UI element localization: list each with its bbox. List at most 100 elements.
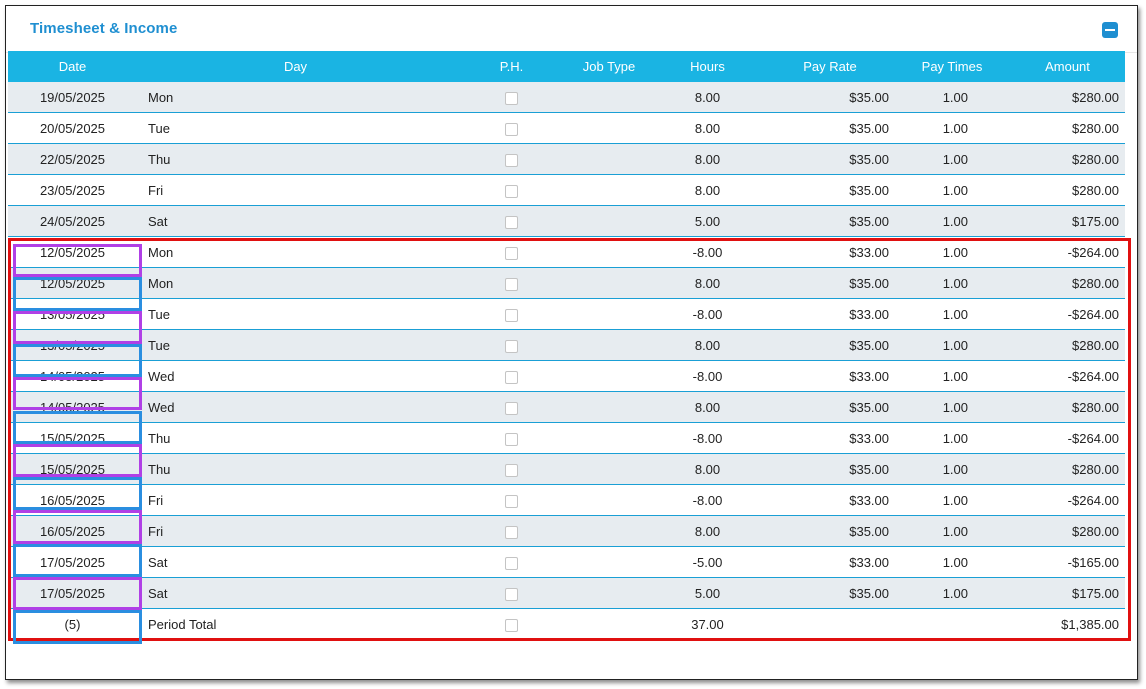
col-header-amount[interactable]: Amount: [1010, 51, 1125, 82]
col-header-hours[interactable]: Hours: [649, 51, 766, 82]
row-hours: 8.00: [649, 143, 766, 175]
row-ph: [454, 329, 569, 361]
period-total-row: (5) Period Total 37.00 $1,385.00: [8, 608, 1125, 639]
table-row[interactable]: 12/05/2025 Mon -8.00 $33.00 1.00 -$264.00: [8, 236, 1125, 268]
minus-square-icon[interactable]: [1102, 22, 1118, 38]
row-job-type: [569, 267, 649, 299]
row-hours: 5.00: [649, 205, 766, 237]
ph-checkbox[interactable]: [505, 246, 518, 260]
table-row[interactable]: 12/05/2025 Mon 8.00 $35.00 1.00 $280.00: [8, 267, 1125, 299]
row-pay-times: 1.00: [894, 143, 1010, 175]
ph-checkbox[interactable]: [505, 91, 518, 105]
row-date: 16/05/2025: [8, 515, 137, 547]
row-date: 22/05/2025: [8, 143, 137, 175]
row-ph: [454, 143, 569, 175]
row-pay-rate: $35.00: [766, 112, 894, 144]
ph-checkbox[interactable]: [505, 184, 518, 198]
col-header-pay-times[interactable]: Pay Times: [894, 51, 1010, 82]
col-header-ph[interactable]: P.H.: [454, 51, 569, 82]
footer-hours: 37.00: [649, 608, 766, 639]
row-date: 13/05/2025: [8, 298, 137, 330]
ph-checkbox[interactable]: [505, 556, 518, 570]
row-job-type: [569, 298, 649, 330]
row-amount: -$264.00: [1010, 484, 1125, 516]
row-hours: 8.00: [649, 391, 766, 423]
row-day: Sat: [137, 577, 454, 609]
table-row[interactable]: 15/05/2025 Thu 8.00 $35.00 1.00 $280.00: [8, 453, 1125, 485]
col-header-job-type[interactable]: Job Type: [569, 51, 649, 82]
ph-checkbox[interactable]: [505, 215, 518, 229]
row-ph: [454, 298, 569, 330]
row-amount: -$165.00: [1010, 546, 1125, 578]
ph-checkbox[interactable]: [505, 339, 518, 353]
row-ph: [454, 546, 569, 578]
row-hours: -8.00: [649, 298, 766, 330]
ph-checkbox[interactable]: [505, 370, 518, 384]
ph-checkbox[interactable]: [505, 308, 518, 322]
row-hours: 8.00: [649, 453, 766, 485]
row-day: Thu: [137, 422, 454, 454]
table-row[interactable]: 14/05/2025 Wed -8.00 $33.00 1.00 -$264.00: [8, 360, 1125, 392]
table-row[interactable]: 16/05/2025 Fri -8.00 $33.00 1.00 -$264.00: [8, 484, 1125, 516]
row-hours: 8.00: [649, 515, 766, 547]
table-row[interactable]: 17/05/2025 Sat 5.00 $35.00 1.00 $175.00: [8, 577, 1125, 609]
table-row[interactable]: 20/05/2025 Tue 8.00 $35.00 1.00 $280.00: [8, 112, 1125, 144]
row-day: Sat: [137, 205, 454, 237]
row-ph: [454, 82, 569, 113]
row-date: 13/05/2025: [8, 329, 137, 361]
ph-checkbox[interactable]: [505, 401, 518, 415]
row-amount: $280.00: [1010, 112, 1125, 144]
ph-checkbox[interactable]: [505, 618, 518, 632]
row-date: 20/05/2025: [8, 112, 137, 144]
ph-checkbox[interactable]: [505, 122, 518, 136]
row-pay-times: 1.00: [894, 174, 1010, 206]
row-job-type: [569, 329, 649, 361]
ph-checkbox[interactable]: [505, 587, 518, 601]
table-row[interactable]: 15/05/2025 Thu -8.00 $33.00 1.00 -$264.00: [8, 422, 1125, 454]
row-ph: [454, 236, 569, 268]
row-job-type: [569, 453, 649, 485]
table-row[interactable]: 19/05/2025 Mon 8.00 $35.00 1.00 $280.00: [8, 82, 1125, 113]
row-pay-rate: $35.00: [766, 267, 894, 299]
row-amount: $175.00: [1010, 205, 1125, 237]
table-row[interactable]: 24/05/2025 Sat 5.00 $35.00 1.00 $175.00: [8, 205, 1125, 237]
col-header-day[interactable]: Day: [137, 51, 454, 82]
ph-checkbox[interactable]: [505, 153, 518, 167]
row-pay-rate: $35.00: [766, 329, 894, 361]
ph-checkbox[interactable]: [505, 525, 518, 539]
row-pay-rate: $35.00: [766, 143, 894, 175]
row-amount: $280.00: [1010, 329, 1125, 361]
row-pay-times: 1.00: [894, 298, 1010, 330]
row-amount: $280.00: [1010, 143, 1125, 175]
table-row[interactable]: 17/05/2025 Sat -5.00 $33.00 1.00 -$165.00: [8, 546, 1125, 578]
ph-checkbox[interactable]: [505, 277, 518, 291]
col-header-pay-rate[interactable]: Pay Rate: [766, 51, 894, 82]
row-job-type: [569, 174, 649, 206]
row-date: 12/05/2025: [8, 267, 137, 299]
row-ph: [454, 391, 569, 423]
row-ph: [454, 577, 569, 609]
row-job-type: [569, 205, 649, 237]
table-row[interactable]: 13/05/2025 Tue 8.00 $35.00 1.00 $280.00: [8, 329, 1125, 361]
row-pay-times: 1.00: [894, 236, 1010, 268]
row-job-type: [569, 143, 649, 175]
col-header-date[interactable]: Date: [8, 51, 137, 82]
row-hours: -8.00: [649, 360, 766, 392]
ph-checkbox[interactable]: [505, 494, 518, 508]
row-ph: [454, 174, 569, 206]
ph-checkbox[interactable]: [505, 432, 518, 446]
table-row[interactable]: 14/05/2025 Wed 8.00 $35.00 1.00 $280.00: [8, 391, 1125, 423]
table-row[interactable]: 16/05/2025 Fri 8.00 $35.00 1.00 $280.00: [8, 515, 1125, 547]
table-header-row: Date Day P.H. Job Type Hours Pay Rate Pa…: [8, 51, 1125, 82]
table-row[interactable]: 23/05/2025 Fri 8.00 $35.00 1.00 $280.00: [8, 174, 1125, 206]
row-amount: $280.00: [1010, 82, 1125, 113]
row-day: Fri: [137, 484, 454, 516]
row-ph: [454, 515, 569, 547]
ph-checkbox[interactable]: [505, 463, 518, 477]
table-row[interactable]: 22/05/2025 Thu 8.00 $35.00 1.00 $280.00: [8, 143, 1125, 175]
row-hours: 5.00: [649, 577, 766, 609]
row-date: 14/05/2025: [8, 391, 137, 423]
footer-rate-cell: [766, 608, 894, 639]
row-amount: $280.00: [1010, 391, 1125, 423]
table-row[interactable]: 13/05/2025 Tue -8.00 $33.00 1.00 -$264.00: [8, 298, 1125, 330]
